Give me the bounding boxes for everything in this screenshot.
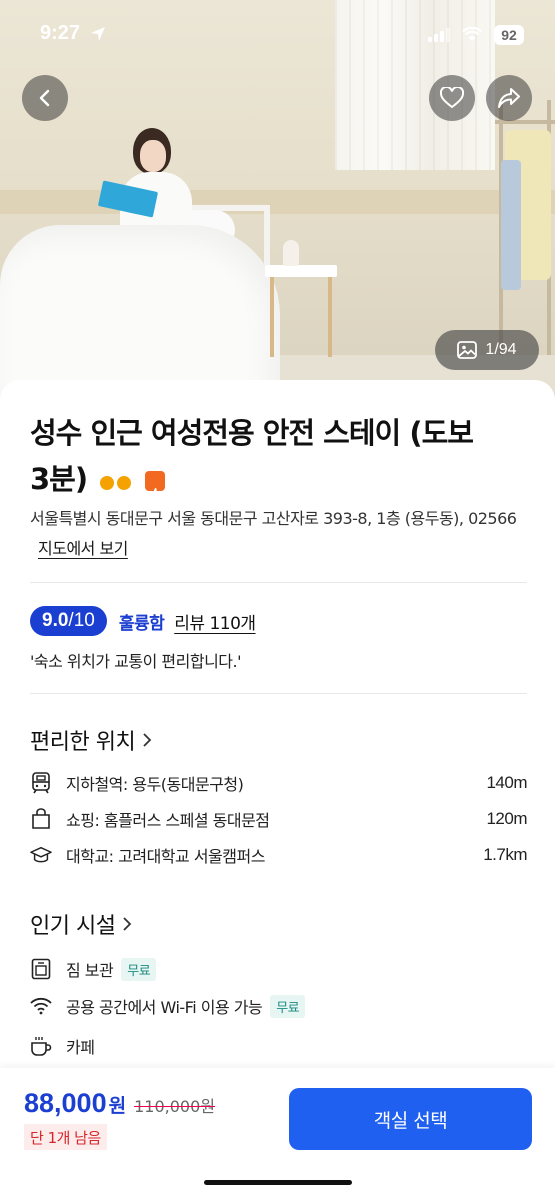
back-button[interactable] (22, 75, 68, 121)
photo-counter[interactable]: 1/94 (435, 330, 539, 370)
side-table (265, 265, 337, 277)
facilities-section-title[interactable]: 인기 시설 (30, 908, 133, 940)
free-badge: 무료 (121, 957, 157, 981)
location-section-label: 편리한 위치 (30, 730, 136, 755)
subway-icon (30, 772, 52, 794)
rating-row: 9.0/10 훌륭함 리뷰 110개 (30, 606, 256, 636)
location-item: 대학교: 고려대학교 서울캠퍼스 1.7km (30, 840, 527, 870)
location-item: 쇼핑: 홈플러스 스페셜 동대문점 120m (30, 804, 527, 834)
location-distance: 140m (486, 773, 527, 792)
listing-title-line2: 3분) (30, 462, 88, 496)
facility-item: 공용 공간에서 Wi-Fi 이용 가능 무료 (30, 991, 527, 1021)
status-bar: 9:27 92 (0, 0, 555, 64)
location-section-title[interactable]: 편리한 위치 (30, 724, 153, 756)
location-label: 대학교: 고려대학교 서울캠퍼스 (66, 847, 265, 866)
battery-indicator: 92 (494, 25, 524, 45)
share-arrow-icon (498, 88, 520, 108)
chevron-left-icon (39, 89, 50, 107)
home-indicator (204, 1180, 352, 1185)
review-quote: '숙소 위치가 교통이 편리합니다.' (30, 652, 242, 671)
listing-title-line1: 성수 인근 여성전용 안전 스테이 (도보 (30, 416, 474, 450)
facility-label: 공용 공간에서 Wi-Fi 이용 가능 (66, 998, 263, 1017)
facilities-section-label: 인기 시설 (30, 914, 116, 939)
location-label: 지하철역: 용두(동대문구청) (66, 775, 244, 794)
luggage-icon (30, 958, 52, 980)
location-arrow-icon (91, 27, 105, 41)
grade-dots (100, 458, 134, 504)
divider (30, 693, 527, 694)
wifi-status-icon (462, 27, 482, 41)
status-time: 9:27 (40, 22, 81, 44)
favorite-button[interactable] (429, 75, 475, 121)
lamp (283, 240, 299, 266)
location-distance: 120m (486, 809, 527, 828)
coffee-icon (30, 1035, 52, 1057)
hero-photo[interactable]: 9:27 92 1/94 (0, 0, 555, 400)
listing-title: 성수 인근 여성전용 안전 스테이 (도보 3분) (30, 410, 530, 504)
graduation-cap-icon (30, 844, 52, 866)
facility-label: 짐 보관 (66, 961, 114, 980)
share-button[interactable] (486, 75, 532, 121)
wall-decoration (0, 190, 555, 214)
cellular-signal-icon (428, 28, 450, 42)
chevron-right-icon (143, 733, 152, 747)
remaining-rooms-badge: 단 1개 남음 (24, 1124, 107, 1150)
rating-score: 9.0 (42, 610, 69, 631)
facility-item: 짐 보관 무료 (30, 954, 527, 984)
location-distance: 1.7km (483, 845, 527, 864)
map-link[interactable]: 지도에서 보기 (38, 539, 128, 558)
price-amount: 88,000 (24, 1088, 107, 1118)
rating-max: /10 (68, 610, 95, 631)
facility-label: 카페 (66, 1038, 95, 1057)
wifi-icon (30, 995, 52, 1017)
location-label: 쇼핑: 홈플러스 스페셜 동대문점 (66, 811, 270, 830)
bed-blanket (0, 225, 280, 400)
photo-counter-text: 1/94 (485, 341, 517, 358)
shopping-bag-icon (30, 808, 52, 830)
price-currency: 원 (108, 1095, 127, 1117)
location-item: 지하철역: 용두(동대문구청) 140m (30, 768, 527, 798)
select-room-button[interactable]: 객실 선택 (289, 1088, 532, 1150)
divider (30, 582, 527, 583)
booking-bar: 88,000 원 110,000원 단 1개 남음 객실 선택 (0, 1068, 555, 1200)
chevron-right-icon (123, 917, 132, 931)
rating-badge: 9.0/10 (30, 606, 107, 636)
thumbs-up-badge-icon (145, 471, 166, 499)
free-badge: 무료 (270, 994, 306, 1018)
person-face (140, 140, 166, 172)
facility-item: 카페 (30, 1031, 527, 1061)
original-price: 110,000원 (134, 1097, 215, 1116)
gallery-icon (457, 341, 478, 359)
heart-icon (440, 87, 464, 109)
address-text: 서울특별시 동대문구 서울 동대문구 고산자로 393-8, 1층 (용두동),… (30, 509, 517, 528)
price: 88,000 원 110,000원 (24, 1088, 215, 1119)
rating-word: 훌륭함 (118, 613, 165, 634)
side-table-legs (270, 277, 332, 357)
address: 서울특별시 동대문구 서울 동대문구 고산자로 393-8, 1층 (용두동),… (30, 504, 530, 564)
reviews-link[interactable]: 리뷰 110개 (174, 609, 256, 634)
